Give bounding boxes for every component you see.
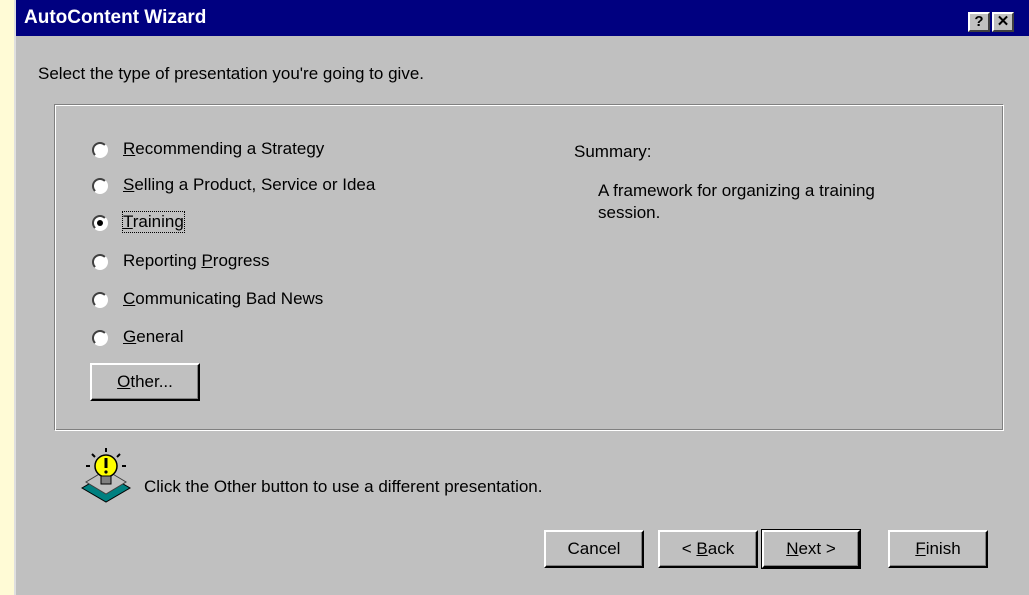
title-bar[interactable]: AutoContent Wizard ? ✕ — [16, 0, 1029, 36]
radio-button[interactable] — [92, 254, 108, 270]
other-button[interactable]: Other... — [90, 363, 200, 401]
next-button[interactable]: Next > — [761, 529, 861, 569]
finish-button[interactable]: Finish — [888, 530, 988, 568]
lightbulb-icon — [81, 448, 131, 503]
radio-button[interactable] — [92, 178, 108, 194]
close-button[interactable]: ✕ — [992, 12, 1014, 32]
radio-label: General — [123, 327, 184, 346]
cancel-button[interactable]: Cancel — [544, 530, 644, 568]
radio-label: Communicating Bad News — [123, 289, 324, 308]
radio-label: Training — [122, 211, 185, 233]
summary-label: Summary: — [574, 142, 652, 161]
instruction-text: Select the type of presentation you're g… — [38, 64, 424, 83]
radio-button[interactable] — [92, 142, 108, 158]
radio-label: Reporting Progress — [123, 251, 270, 270]
back-button[interactable]: < Back — [658, 530, 758, 568]
window-title: AutoContent Wizard — [24, 7, 207, 28]
autocontent-wizard-dialog: AutoContent Wizard ? ✕ Select the type o… — [14, 0, 1029, 595]
help-button[interactable]: ? — [968, 12, 990, 32]
tip-text: Click the Other button to use a differen… — [144, 477, 543, 496]
radio-button-selected[interactable] — [92, 215, 108, 231]
summary-text: A framework for organizing a training se… — [598, 181, 875, 222]
radio-button[interactable] — [92, 330, 108, 346]
radio-label: Recommending a Strategy — [123, 139, 325, 158]
radio-button[interactable] — [92, 292, 108, 308]
radio-label: Selling a Product, Service or Idea — [123, 175, 376, 194]
